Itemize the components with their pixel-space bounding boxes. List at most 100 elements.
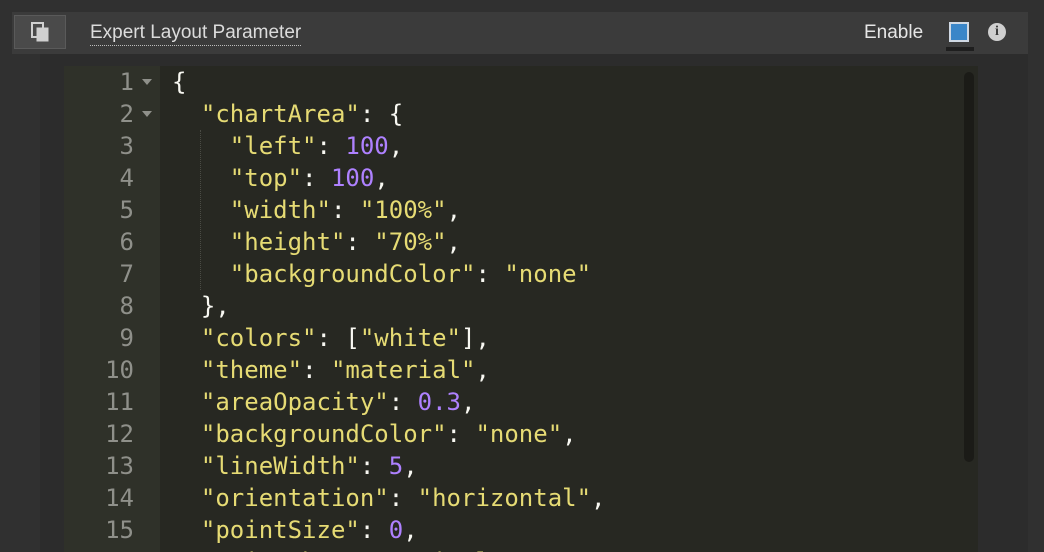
code-token: "colors" [200,324,317,352]
code-token: "material" [330,356,476,384]
code-line[interactable]: }, [172,290,230,322]
line-number: 9 [119,324,134,352]
copy-button[interactable] [14,15,66,49]
code-token: : [446,420,476,448]
code-content[interactable]: { "chartArea": { "left": 100, "top": 100… [160,66,978,552]
fold-arrow-icon[interactable] [142,79,152,85]
code-line[interactable]: "width": "100%", [172,194,461,226]
enable-checkbox[interactable] [949,22,969,42]
code-token: , [519,548,533,552]
code-token: "orientation" [200,484,389,512]
code-token: { [172,68,187,96]
code-token: : [475,260,505,288]
code-line[interactable]: { [172,66,186,98]
code-token: "pointSize" [200,516,360,544]
code-token: ], [461,324,490,352]
code-line[interactable]: "backgroundColor": "none", [172,418,577,450]
code-token: 5 [388,452,404,480]
code-token: "width" [229,196,331,224]
code-line[interactable]: "colors": ["white"], [172,322,490,354]
code-token: }, [172,292,230,320]
line-number: 3 [119,132,134,160]
enable-label: Enable [864,22,924,43]
code-token: "white" [359,324,462,352]
line-number: 6 [119,228,134,256]
panel-header: Expert Layout Parameter Enable i [12,12,1028,54]
line-number: 8 [119,292,134,320]
code-token: 0 [388,516,404,544]
code-token: "backgroundColor" [229,260,476,288]
code-line[interactable]: "top": 100, [172,162,389,194]
code-token: , [446,196,462,224]
code-token: "horizontal" [417,484,592,512]
code-token: "top" [229,164,303,192]
code-token: : [359,452,389,480]
line-number: 15 [105,516,134,544]
line-number: 2 [119,100,134,128]
code-token: "none" [475,420,563,448]
code-token: , [562,420,577,448]
code-line[interactable]: "areaOpacity": 0.3, [172,386,476,418]
code-line[interactable]: "chartArea": { [172,98,403,130]
indent-guide [200,130,201,290]
line-number: 12 [105,420,134,448]
code-token: "70%" [374,228,447,256]
code-token: "areaOpacity" [200,388,389,416]
code-token: "height" [229,228,346,256]
code-token: , [446,228,461,256]
code-token: : [302,356,331,384]
line-number: 13 [105,452,134,480]
code-token: : [302,164,331,192]
line-number: 11 [105,388,134,416]
code-token: , [461,388,476,416]
code-token: "backgroundColor" [200,420,447,448]
code-token: : [ [316,324,360,352]
code-token: , [403,516,418,544]
code-line[interactable]: "theme": "material", [172,354,490,386]
code-token: "theme" [200,356,303,384]
panel-title: Expert Layout Parameter [90,22,302,46]
code-token: : [374,548,403,552]
code-token: , [475,356,490,384]
checkbox-underline [946,47,974,51]
code-line[interactable]: "backgroundColor": "none" [172,258,591,290]
line-number-gutter: 12345678910111213141516 [64,66,160,552]
line-number: 5 [119,196,134,224]
line-number: 16 [105,546,134,552]
code-line[interactable]: "orientation": "horizontal", [172,482,606,514]
code-token: "circle" [403,548,519,552]
code-line[interactable]: "left": 100, [172,130,403,162]
line-number: 7 [119,260,134,288]
code-token: 0.3 [417,388,462,416]
code-token: : [359,516,389,544]
code-line[interactable]: "pointShape": "circle", [172,546,533,552]
code-token: , [388,132,404,160]
fold-arrow-icon[interactable] [142,111,152,117]
expert-layout-panel: Expert Layout Parameter Enable i 12 3 4 5 6 7… [0,0,1044,552]
code-editor[interactable]: 12345678910111213141516 { "chartArea": {… [64,66,978,552]
code-line[interactable]: "height": "70%", [172,226,461,258]
code-token: "none" [504,260,592,288]
vertical-scrollbar[interactable] [964,72,974,462]
code-token: , [591,484,606,512]
code-token: 100 [345,132,389,160]
code-token: : { [359,100,404,128]
code-token: : [330,196,360,224]
line-number: 10 [105,356,134,384]
code-token: "100%" [359,196,447,224]
line-number: 14 [105,484,134,512]
code-line[interactable]: "pointSize": 0, [172,514,418,546]
info-icon[interactable]: i [988,23,1006,41]
line-number: 4 [119,164,134,192]
code-token: "lineWidth" [200,452,360,480]
code-token: , [374,164,389,192]
code-token: "left" [229,132,317,160]
code-token: : [388,388,418,416]
code-line[interactable]: "lineWidth": 5, [172,450,418,482]
